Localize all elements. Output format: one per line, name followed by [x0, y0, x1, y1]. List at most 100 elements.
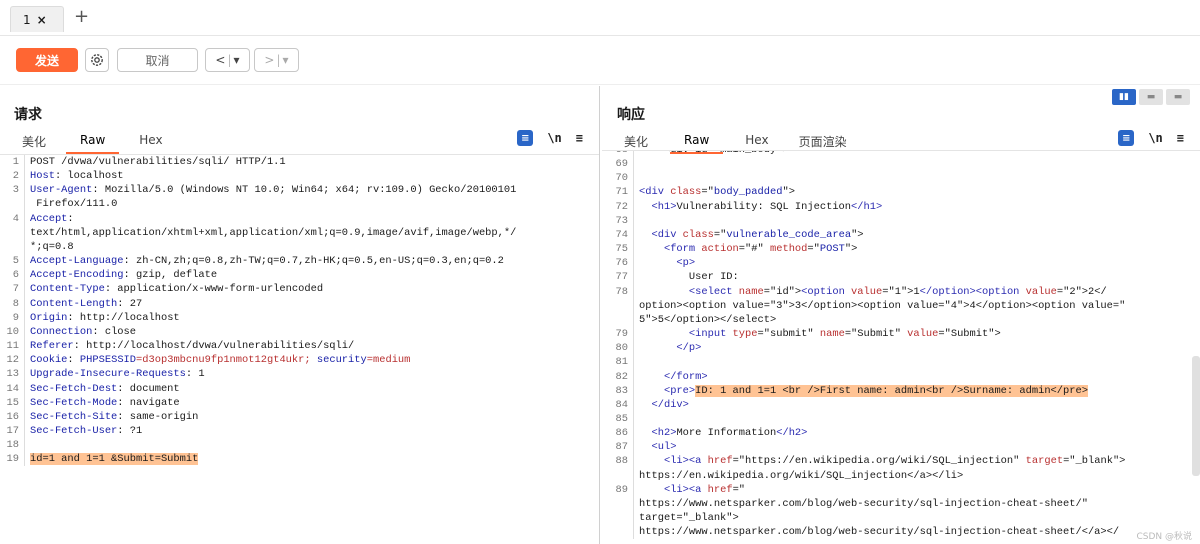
line-text: <h1>Vulnerability: SQL Injection</h1> — [639, 200, 1189, 214]
cancel-button[interactable]: 取消 — [117, 48, 198, 72]
line-number: 16 — [0, 409, 25, 424]
add-tab-icon[interactable]: + — [74, 6, 89, 27]
code-token: ="_blank"> — [1063, 455, 1126, 468]
chevron-down-icon[interactable]: ▾ — [234, 53, 240, 67]
request-editor[interactable]: 1 POST /dvwa/vulnerabilities/sqli/ HTTP/1… — [0, 154, 599, 544]
code-token: Sec-Fetch-User — [30, 424, 118, 437]
code-line: 19 id=1 and 1=1 &Submit=Submit — [0, 452, 599, 467]
tab-raw[interactable]: Raw — [669, 130, 724, 154]
line-number: 6 — [0, 268, 25, 283]
line-text: <p> — [639, 256, 1189, 270]
code-token: <select — [639, 285, 739, 298]
code-token: Accept-Encoding — [30, 269, 124, 282]
newline-toggle-icon[interactable]: \n — [1148, 131, 1162, 145]
line-text: Accept-Encoding: gzip, deflate — [30, 268, 590, 282]
tab-pretty[interactable]: 美化 — [624, 130, 648, 152]
line-number: 3 — [0, 183, 25, 212]
tab-render[interactable]: 页面渲染 — [799, 130, 847, 152]
line-text — [639, 412, 1189, 426]
wrap-lines-icon[interactable]: ≡ — [1118, 130, 1135, 146]
line-text: <li><a href=" https://www.netsparker.com/… — [639, 483, 1189, 540]
split-view-icon[interactable]: ▮▮ — [1112, 89, 1136, 105]
code-token: More Information — [676, 427, 777, 440]
line-text: <div class="body_padded"> — [639, 185, 1189, 199]
back-button[interactable]: < | ▾ — [205, 48, 250, 72]
tab-raw[interactable]: Raw — [65, 130, 120, 154]
line-text: <li><a href="https://en.wikipedia.org/wi… — [639, 454, 1189, 482]
tab-pretty[interactable]: 美化 — [22, 130, 46, 152]
code-line: 17 Sec-Fetch-User: ?1 — [0, 423, 599, 439]
code-token: Sec-Fetch-Mode — [30, 396, 118, 409]
code-token: : application/x-www-form-urlencoded — [104, 283, 324, 296]
wrapped-line: target="_blank"> — [639, 512, 739, 525]
code-token: type — [732, 328, 758, 341]
code-token: : ?1 — [117, 424, 143, 437]
line-number: 73 — [602, 213, 634, 228]
line-text: </form> — [639, 370, 1189, 384]
send-button[interactable]: 发送 — [16, 48, 78, 72]
line-number: 87 — [602, 440, 634, 455]
code-token: User-Agent — [30, 184, 93, 197]
forward-button[interactable]: > | ▾ — [254, 48, 299, 72]
line-number: 78 — [602, 284, 634, 328]
code-token: : http://localhost — [67, 311, 180, 324]
code-token: =" — [701, 186, 714, 199]
code-token: </h1> — [851, 200, 883, 213]
code-token: =" — [713, 228, 727, 241]
code-token: ="submit" — [757, 328, 820, 341]
line-text: Accept: text/html,application/xhtml+xml,a… — [30, 212, 590, 254]
response-tools: ≡ \n ≡ — [1118, 130, 1184, 146]
code-token: <h1> — [639, 200, 677, 213]
line-number: 68 — [602, 151, 634, 158]
code-token: : Mozilla/5.0 (Windows NT 10.0; Win64; x… — [92, 184, 517, 197]
tab-label: 1 — [23, 12, 31, 27]
code-line: 70 — [602, 171, 1200, 186]
line-text — [639, 355, 1189, 369]
code-token: : document — [117, 382, 180, 395]
code-token: Cookie — [30, 354, 68, 367]
wrap-lines-icon[interactable]: ≡ — [517, 130, 534, 146]
code-token: : — [67, 212, 74, 225]
tab-hex[interactable]: Hex — [745, 130, 768, 152]
line-number: 72 — [602, 199, 634, 214]
tab-1[interactable]: 1 × — [10, 6, 64, 32]
tab-hex[interactable]: Hex — [139, 130, 162, 152]
line-number: 12 — [0, 353, 25, 368]
code-token: <pre> — [639, 384, 696, 397]
single-view-icon[interactable]: ▬ — [1166, 89, 1190, 105]
wrapped-line: text/html,application/xhtml+xml,applicat… — [30, 226, 517, 239]
line-number: 1 — [0, 155, 25, 170]
response-editor[interactable]: 68 <div id="main_body"> 69 70 71 <div class=… — [602, 150, 1200, 544]
scrollbar[interactable] — [1192, 356, 1200, 476]
separator: | — [227, 53, 232, 67]
horizontal-view-icon[interactable]: ▬ — [1139, 89, 1163, 105]
line-number: 15 — [0, 395, 25, 410]
code-token: <div — [639, 186, 671, 199]
code-token: target — [1025, 455, 1064, 468]
menu-icon[interactable]: ≡ — [576, 131, 583, 145]
wrapped-line: https://www.netsparker.com/blog/web-secu… — [639, 497, 1088, 510]
line-text: POST /dvwa/vulnerabilities/sqli/ HTTP/1.… — [30, 155, 590, 169]
close-icon[interactable]: × — [37, 13, 47, 27]
line-text: <div id="main_body"> — [639, 151, 1189, 157]
line-text: Content-Type: application/x-www-form-url… — [30, 282, 590, 296]
menu-icon[interactable]: ≡ — [1177, 131, 1184, 145]
code-token: : — [67, 354, 80, 367]
line-number: 9 — [0, 310, 25, 325]
line-number: 4 — [0, 211, 25, 255]
request-subtabs: 美化 Raw Hex — [22, 130, 163, 154]
code-line: 12 Cookie: PHPSESSID=d3op3mbcnu9fp1nmot12… — [0, 353, 599, 368]
chevron-down-icon[interactable]: ▾ — [283, 53, 289, 67]
forward-arrow-icon: > — [264, 53, 275, 67]
gear-icon[interactable] — [85, 48, 109, 72]
code-line: 86 <h2>More Information</h2> — [602, 426, 1200, 441]
code-line: 73 — [602, 213, 1200, 228]
code-token: POST — [819, 243, 845, 256]
code-token: <option — [801, 285, 852, 298]
line-number: 81 — [602, 355, 634, 370]
newline-toggle-icon[interactable]: \n — [547, 131, 561, 145]
line-number: 71 — [602, 185, 634, 200]
code-line: 87 <ul> — [602, 440, 1200, 455]
code-token: Origin — [30, 311, 68, 324]
code-token: Content-Type — [30, 283, 105, 296]
